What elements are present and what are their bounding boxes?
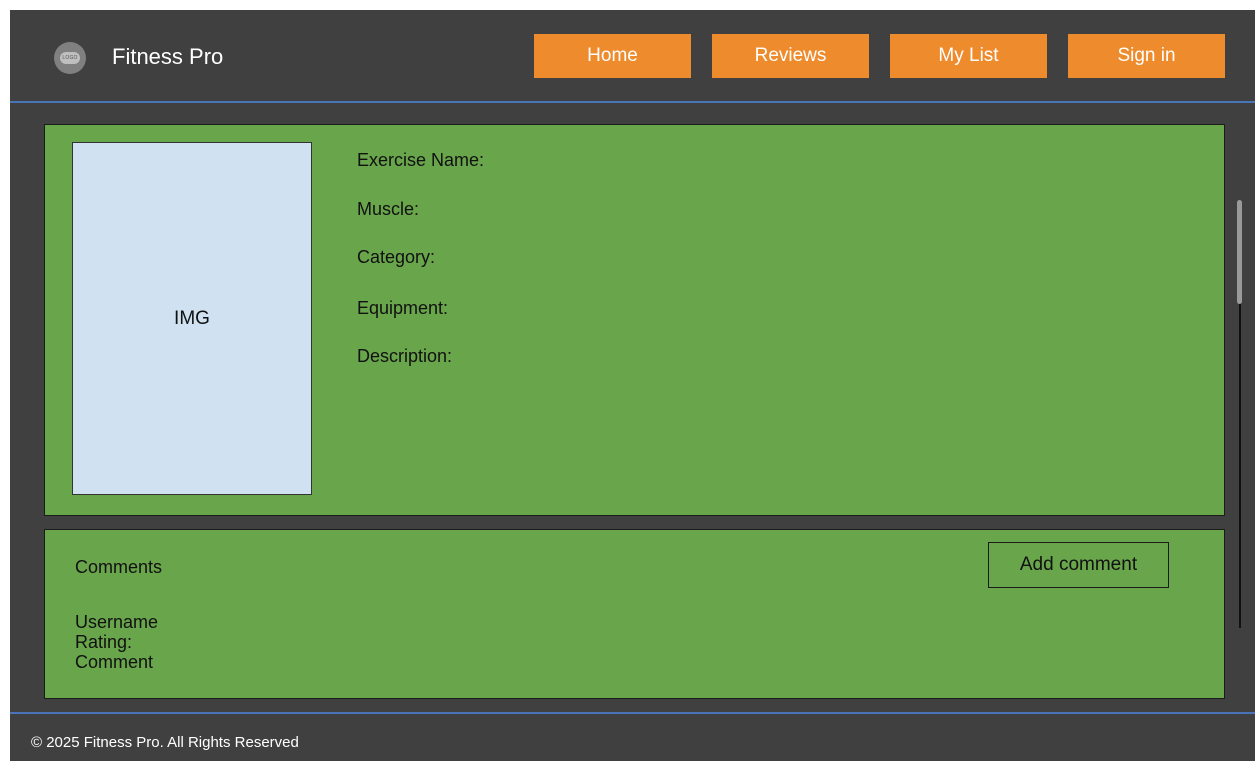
footer-divider <box>10 712 1255 714</box>
header: LOGO Fitness Pro Home Reviews My List Si… <box>10 10 1255 102</box>
header-divider <box>10 101 1255 103</box>
comment-text: Comment <box>75 652 154 672</box>
add-comment-button[interactable]: Add comment <box>988 542 1169 588</box>
nav-my-list-button[interactable]: My List <box>890 34 1047 78</box>
logo-badge: LOGO <box>60 52 80 64</box>
exercise-image-placeholder: IMG <box>72 142 312 495</box>
vertical-scrollbar[interactable] <box>1234 192 1242 632</box>
nav-sign-in-button[interactable]: Sign in <box>1068 34 1225 78</box>
app-window: LOGO Fitness Pro Home Reviews My List Si… <box>10 10 1255 761</box>
nav-home-button[interactable]: Home <box>534 34 691 78</box>
footer-copyright: © 2025 Fitness Pro. All Rights Reserved <box>31 734 299 751</box>
equipment-label: Equipment: <box>357 298 449 318</box>
comments-title: Comments <box>75 557 163 577</box>
exercise-details-panel: IMG Exercise Name: Muscle: Category: Equ… <box>44 124 1225 516</box>
scrollbar-thumb[interactable] <box>1237 200 1242 304</box>
comment-username: Username <box>75 612 159 632</box>
nav-reviews-button[interactable]: Reviews <box>712 34 869 78</box>
image-placeholder-label: IMG <box>174 307 210 329</box>
comment-rating: Rating: <box>75 632 133 652</box>
logo: LOGO <box>54 42 86 74</box>
muscle-label: Muscle: <box>357 199 420 219</box>
scrollbar-track[interactable] <box>1239 304 1241 628</box>
comments-panel: Comments Add comment Username Rating: Co… <box>44 529 1225 699</box>
description-label: Description: <box>357 346 453 366</box>
app-title: Fitness Pro <box>112 44 224 69</box>
category-label: Category: <box>357 247 436 267</box>
exercise-name-label: Exercise Name: <box>357 150 485 170</box>
